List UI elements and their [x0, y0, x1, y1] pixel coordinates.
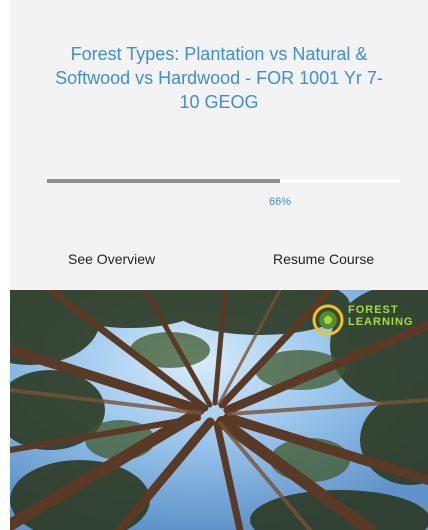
course-cover-image[interactable]: FOREST LEARNING — [10, 290, 428, 530]
progress-bar-fill — [47, 179, 280, 183]
forest-learning-logo-text: FOREST LEARNING — [348, 304, 413, 328]
see-overview-button[interactable]: See Overview — [68, 251, 155, 267]
logo-line-1: FOREST — [348, 304, 399, 316]
course-card[interactable]: Forest Types: Plantation vs Natural & So… — [10, 0, 428, 530]
progress-percent: 66% — [268, 196, 292, 208]
progress-bar — [47, 179, 400, 183]
resume-course-button[interactable]: Resume Course — [273, 251, 374, 267]
course-title[interactable]: Forest Types: Plantation vs Natural & So… — [54, 42, 384, 114]
logo-line-2: LEARNING — [348, 316, 414, 328]
